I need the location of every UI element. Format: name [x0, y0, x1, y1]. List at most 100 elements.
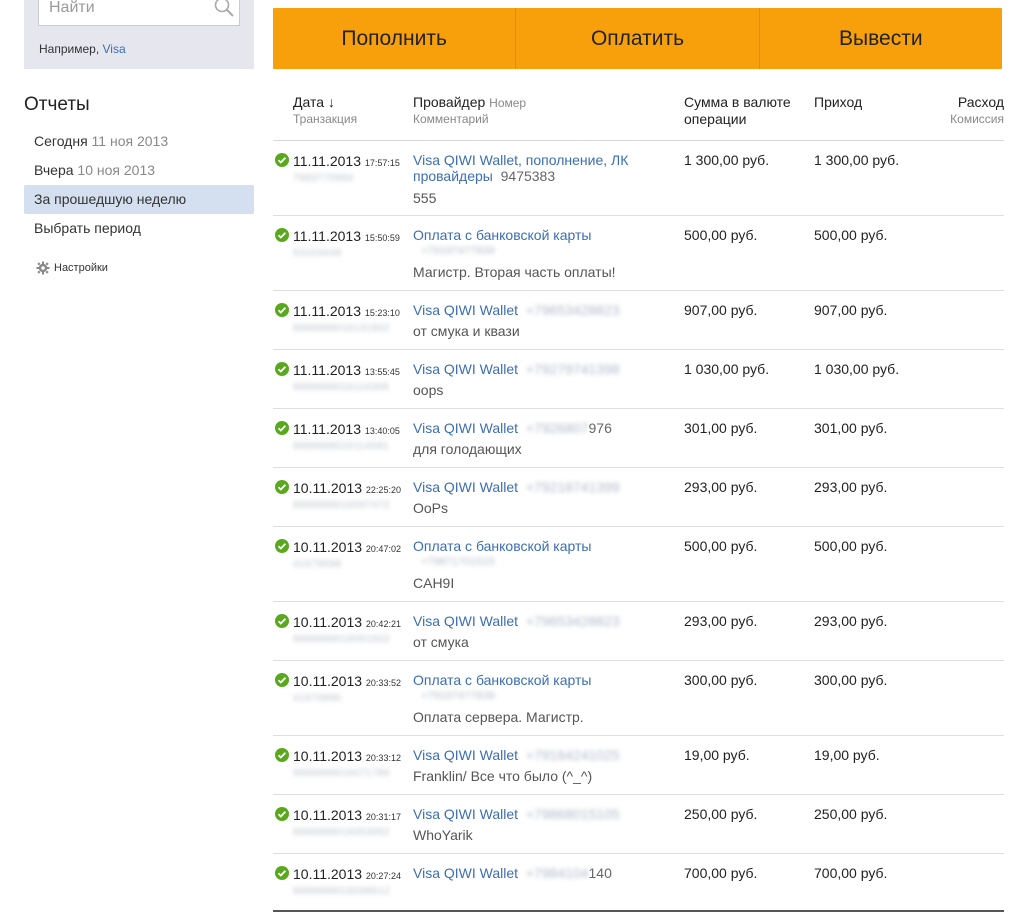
row-income: 1 030,00 руб. — [814, 361, 900, 377]
sidebar-item-choose-period[interactable]: Выбрать период — [24, 214, 254, 243]
row-date-value: 10.11.2013 — [293, 539, 363, 555]
row-provider[interactable]: Visa QIWI Wallet +7926807976 — [413, 420, 653, 436]
table-row[interactable]: 11.11.2013 15:23:10 9999999016131902 Vis… — [273, 291, 1004, 350]
sidebar-item-today[interactable]: Сегодня 11 ноя 2013 — [24, 127, 254, 156]
row-transaction-id: 9999999016053952 — [293, 827, 390, 838]
search-icon[interactable] — [213, 0, 235, 18]
row-comment: от смука — [413, 634, 469, 650]
row-provider[interactable]: Оплата с банковской карты — [413, 538, 653, 554]
row-date: 10.11.2013 20:27:24 — [293, 866, 401, 882]
row-transaction-id: 9999999016038512 — [293, 886, 390, 897]
row-provider-name[interactable]: Visa QIWI Wallet — [413, 865, 518, 881]
table-row[interactable]: 10.11.2013 20:47:02 41579598 Оплата с ба… — [273, 527, 1004, 602]
table-row[interactable]: 11.11.2013 13:55:45 9999999016116305 Vis… — [273, 350, 1004, 409]
table-row[interactable]: 10.11.2013 20:42:21 9999999016091602 Vis… — [273, 602, 1004, 661]
row-comment: 555 — [413, 190, 437, 206]
row-time: 20:27:24 — [365, 871, 401, 881]
row-date-value: 10.11.2013 — [293, 866, 363, 882]
row-provider-name[interactable]: Visa QIWI Wallet — [413, 302, 518, 318]
row-date-value: 11.11.2013 — [293, 421, 361, 437]
table-row[interactable]: 11.11.2013 15:50:59 53103448 Оплата с ба… — [273, 216, 1004, 291]
row-provider-name[interactable]: Visa QIWI Wallet — [413, 479, 518, 495]
row-date: 10.11.2013 20:42:21 — [293, 614, 401, 630]
success-check-icon — [275, 421, 289, 435]
settings-link[interactable]: Настройки — [36, 261, 108, 275]
row-date: 10.11.2013 20:47:02 — [293, 539, 401, 555]
row-time: 15:50:59 — [364, 233, 400, 243]
row-provider[interactable]: Visa QIWI Wallet +79653428823 — [413, 613, 653, 629]
row-comment: Магистр. Вторая часть оплаты! — [413, 264, 616, 280]
row-provider[interactable]: Visa QIWI Wallet +79279741398 — [413, 361, 653, 377]
column-expense-sub: Комиссия — [950, 112, 1004, 126]
column-sum: Сумма в валюте операции — [684, 94, 791, 127]
table-header: Дата ↓ Транзакция Провайдер Номер Коммен… — [273, 90, 1004, 141]
row-comment: oops — [413, 382, 444, 398]
table-row[interactable]: 10.11.2013 22:25:20 9999999016097472 Vis… — [273, 468, 1004, 527]
row-provider-name[interactable]: Visa QIWI Wallet — [413, 361, 518, 377]
row-income: 301,00 руб. — [814, 420, 888, 436]
row-date: 11.11.2013 15:50:59 — [293, 228, 400, 244]
row-provider-number: +79164241025 — [525, 747, 620, 763]
search-example: Например, Visa — [39, 42, 126, 56]
row-provider[interactable]: Visa QIWI Wallet +79218741399 — [413, 479, 653, 495]
row-provider-name[interactable]: Visa QIWI Wallet — [413, 613, 518, 629]
row-provider[interactable]: Visa QIWI Wallet +79653428823 — [413, 302, 653, 318]
row-income: 293,00 руб. — [814, 613, 888, 629]
row-date-value: 11.11.2013 — [293, 303, 361, 319]
row-provider[interactable]: Оплата с банковской карты — [413, 672, 653, 688]
row-provider[interactable]: Visa QIWI Wallet, пополнение, ЛК провайд… — [413, 152, 653, 184]
row-sum: 1 030,00 руб. — [684, 361, 770, 377]
success-check-icon — [275, 153, 289, 167]
topup-button[interactable]: Пополнить — [273, 8, 517, 69]
sidebar-item-yesterday[interactable]: Вчера 10 ноя 2013 — [24, 156, 254, 185]
withdraw-button[interactable]: Вывести — [760, 8, 1002, 69]
row-comment: CAH9I — [413, 575, 455, 591]
row-time: 20:33:12 — [365, 753, 401, 763]
row-provider-number: +79279741398 — [525, 361, 620, 377]
row-income: 250,00 руб. — [814, 806, 888, 822]
row-income: 300,00 руб. — [814, 672, 888, 688]
row-sum: 500,00 руб. — [684, 538, 758, 554]
table-bottom-border — [273, 910, 1004, 912]
row-provider-name[interactable]: Visa QIWI Wallet — [413, 747, 518, 763]
table-row[interactable]: 11.11.2013 13:40:05 9999999016114581 Vis… — [273, 409, 1004, 468]
row-provider[interactable]: Visa QIWI Wallet +79164241025 — [413, 747, 653, 763]
column-date[interactable]: Дата ↓ Транзакция — [293, 94, 357, 126]
row-time: 13:55:45 — [364, 367, 400, 377]
table-row[interactable]: 10.11.2013 20:33:52 41570890 Оплата с ба… — [273, 661, 1004, 736]
row-provider-name[interactable]: Оплата с банковской карты — [413, 227, 591, 243]
table-row[interactable]: 10.11.2013 20:31:17 9999999016053952 Vis… — [273, 795, 1004, 854]
row-transaction-id: 41570890 — [293, 693, 342, 704]
row-comment: OoPs — [413, 500, 449, 516]
search-example-link[interactable]: Visa — [103, 42, 126, 56]
row-transaction-id: 41579598 — [293, 559, 342, 570]
pay-button[interactable]: Оплатить — [516, 8, 760, 69]
row-provider[interactable]: Visa QIWI Wallet +7984104140 — [413, 865, 653, 881]
row-provider[interactable]: Visa QIWI Wallet +79868015105 — [413, 806, 653, 822]
row-transaction-id: 9999999016091602 — [293, 634, 390, 645]
row-provider-name[interactable]: Оплата с банковской карты — [413, 672, 591, 688]
row-income: 500,00 руб. — [814, 227, 888, 243]
success-check-icon — [275, 866, 289, 880]
row-date: 10.11.2013 20:33:12 — [293, 748, 401, 764]
row-provider[interactable]: Оплата с банковской карты — [413, 227, 653, 243]
row-provider-name[interactable]: Оплата с банковской карты — [413, 538, 591, 554]
row-income: 500,00 руб. — [814, 538, 888, 554]
row-date-value: 10.11.2013 — [293, 480, 363, 496]
table-row[interactable]: 11.11.2013 17:57:15 7983770984 Visa QIWI… — [273, 141, 1004, 216]
row-sum: 19,00 руб. — [684, 747, 750, 763]
row-comment: WhoYarik — [413, 827, 473, 843]
table-row[interactable]: 10.11.2013 20:27:24 9999999016038512 Vis… — [273, 854, 1004, 909]
search-field[interactable] — [38, 0, 240, 26]
column-expense-label: Расход — [957, 94, 1004, 110]
table-row[interactable]: 10.11.2013 20:33:12 9999999016071780 Vis… — [273, 736, 1004, 795]
search-input[interactable] — [39, 0, 214, 23]
row-date-value: 11.11.2013 — [293, 362, 361, 378]
sidebar-item-last-week[interactable]: За прошедшую неделю — [24, 185, 254, 214]
success-check-icon — [275, 362, 289, 376]
row-provider-name[interactable]: Visa QIWI Wallet — [413, 806, 518, 822]
row-date: 11.11.2013 17:57:15 — [293, 153, 400, 169]
sidebar-item-label: Выбрать период — [34, 220, 141, 236]
row-time: 15:23:10 — [364, 308, 400, 318]
row-provider-name[interactable]: Visa QIWI Wallet — [413, 420, 518, 436]
